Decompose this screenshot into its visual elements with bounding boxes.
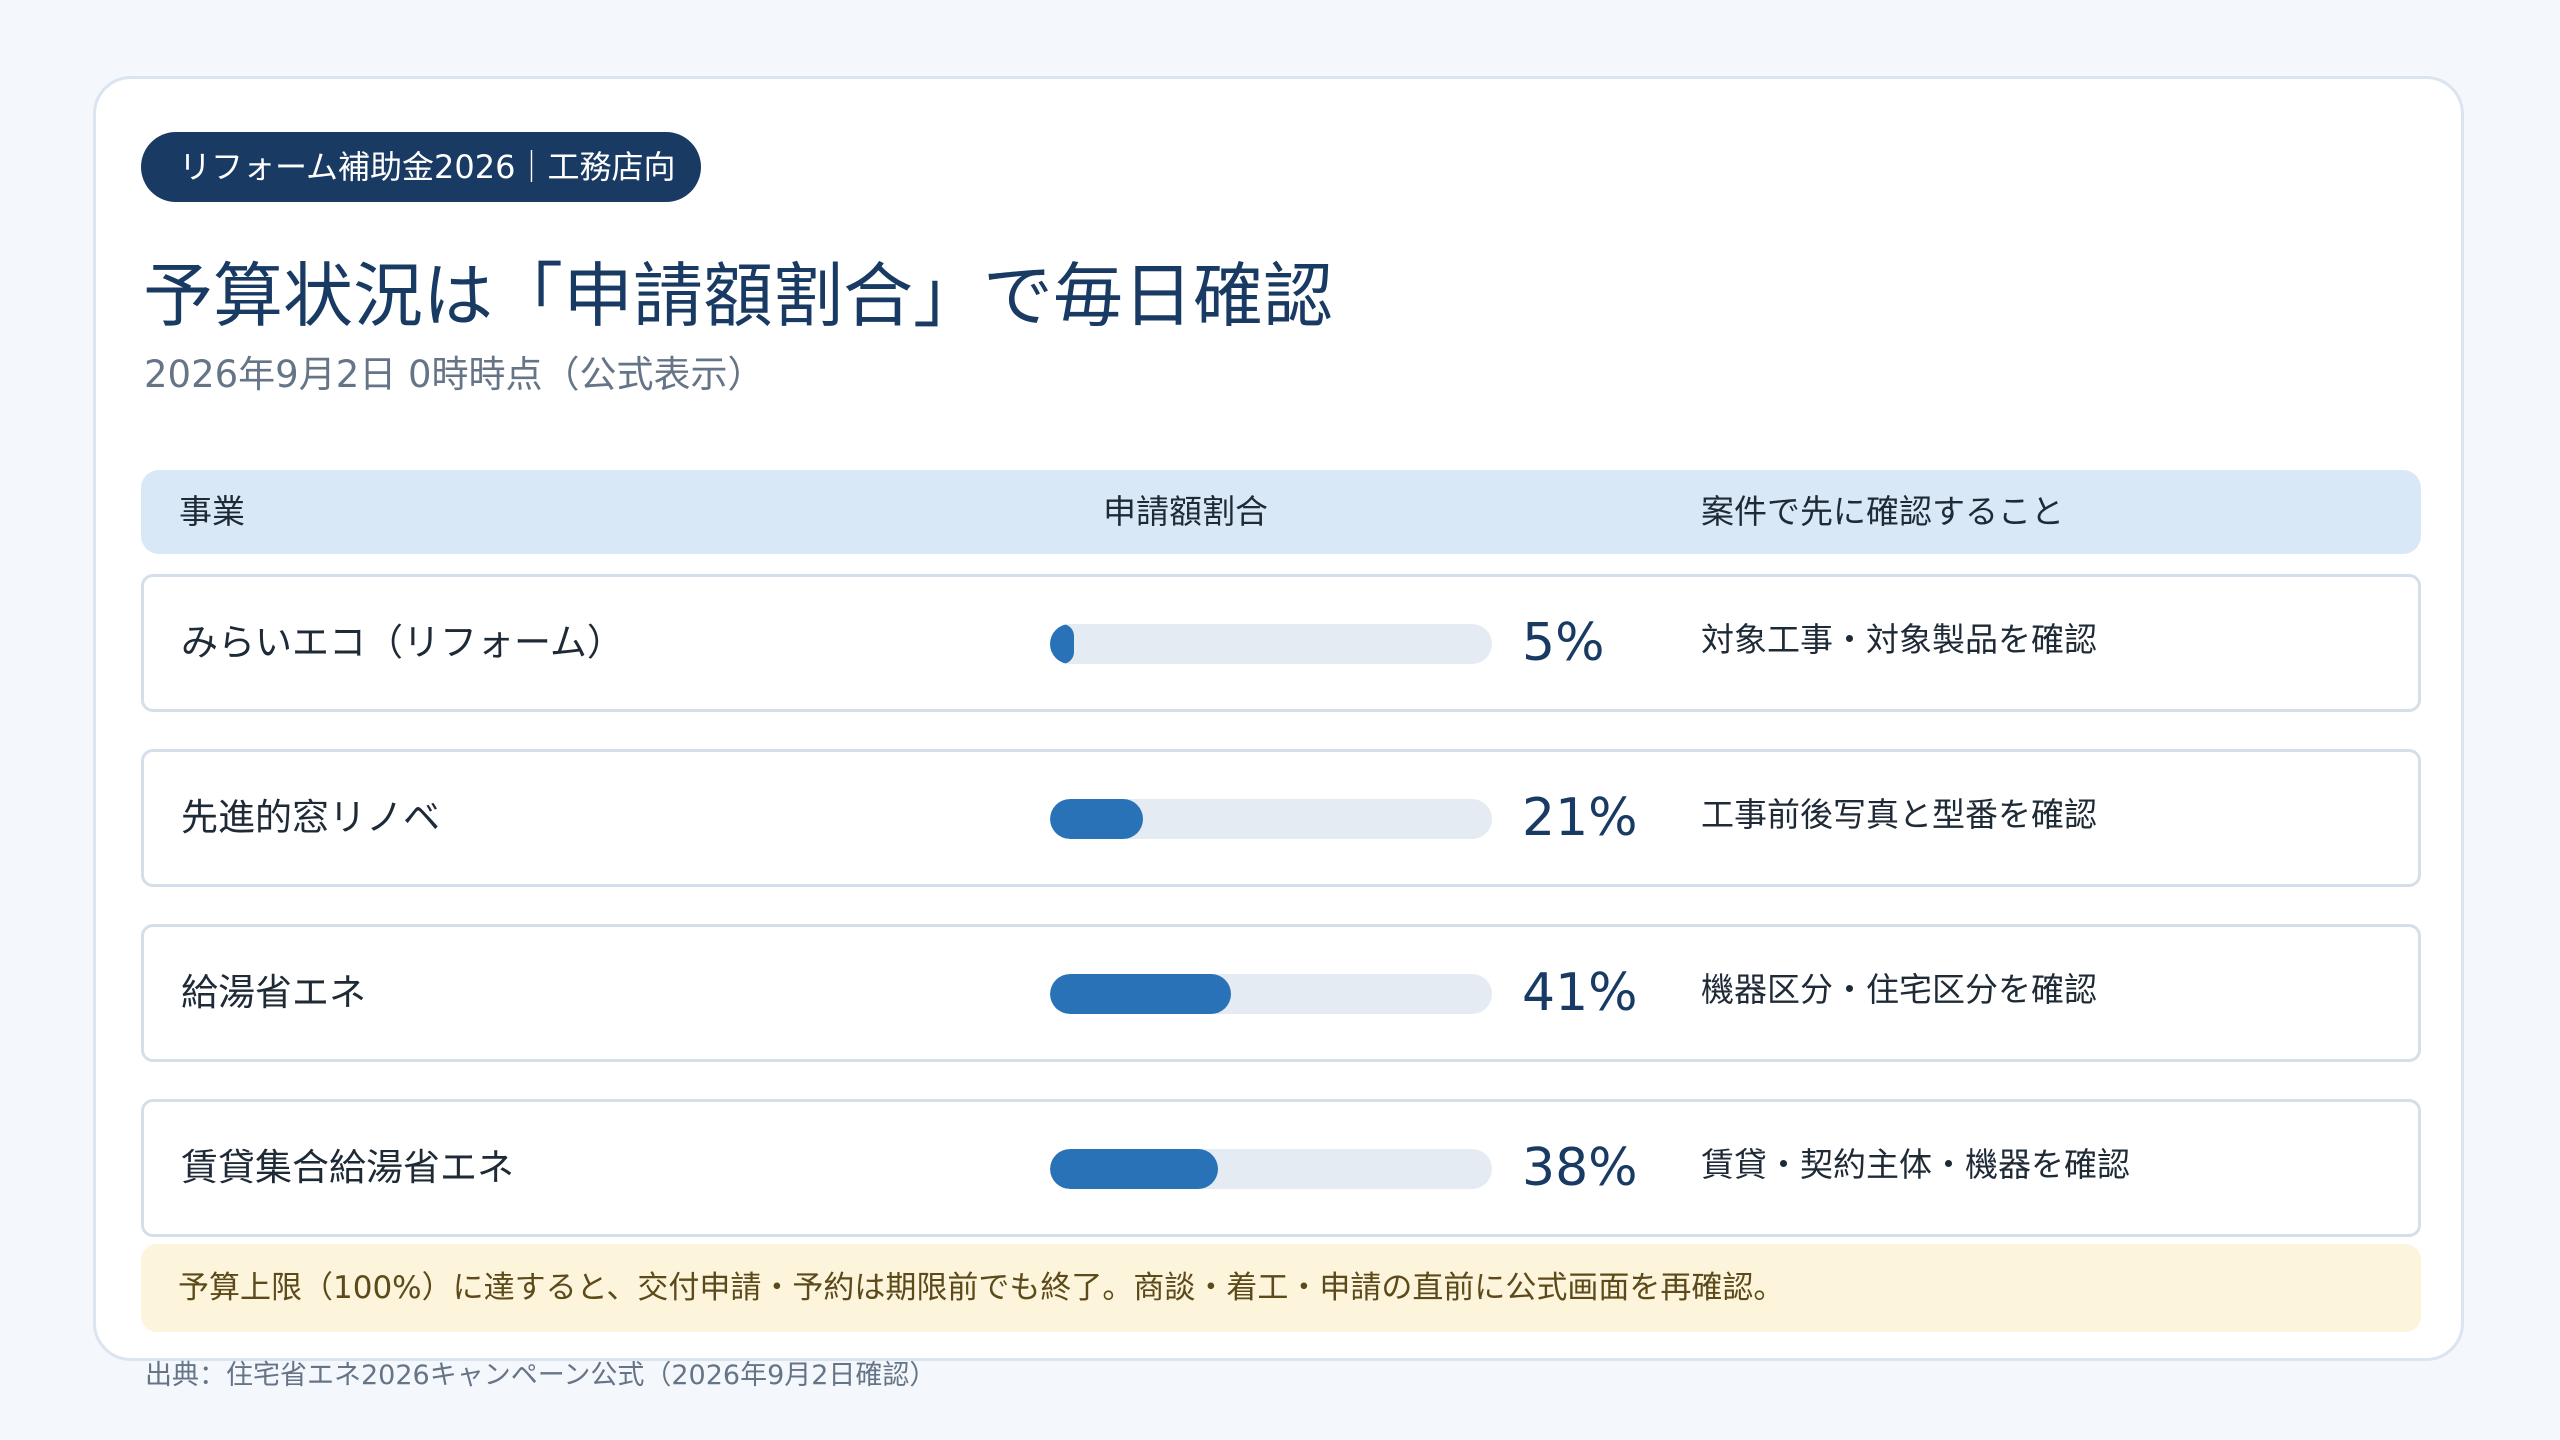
program-name: みらいエコ（リフォーム）	[181, 621, 624, 664]
progress-bar-fill	[1050, 799, 1143, 839]
check-text: 賃貸・契約主体・機器を確認	[1701, 1145, 2130, 1184]
page-title: 予算状況は「申請額割合」で毎日確認	[143, 255, 1333, 337]
table-header: 事業 申請額割合 案件で先に確認すること	[141, 470, 2421, 554]
check-text: 対象工事・対象製品を確認	[1701, 620, 2097, 659]
progress-bar-fill	[1050, 624, 1074, 664]
program-name: 賃貸集合給湯省エネ	[181, 1146, 514, 1189]
budget-warning-note: 予算上限（100%）に達すると、交付申請・予約は期限前でも終了。商談・着工・申請…	[141, 1244, 2421, 1332]
table-row: 賃貸集合給湯省エネ 38% 賃貸・契約主体・機器を確認	[141, 1099, 2421, 1237]
progress-bar	[1050, 1149, 1492, 1189]
percent-value: 21%	[1522, 788, 1638, 848]
table-row: みらいエコ（リフォーム） 5% 対象工事・対象製品を確認	[141, 574, 2421, 712]
percent-value: 5%	[1522, 613, 1605, 673]
percent-value: 38%	[1522, 1138, 1638, 1198]
progress-bar	[1050, 799, 1492, 839]
progress-bar	[1050, 624, 1492, 664]
program-name: 先進的窓リノベ	[181, 796, 440, 839]
source-caption: 出典：住宅省エネ2026キャンペーン公式（2026年9月2日確認）	[145, 1360, 937, 1391]
check-text: 機器区分・住宅区分を確認	[1701, 970, 2097, 1009]
header-application-ratio: 申請額割合	[1103, 492, 1268, 531]
category-badge: リフォーム補助金2026｜工務店向	[141, 132, 701, 202]
header-checkpoints: 案件で先に確認すること	[1701, 492, 2064, 531]
progress-bar	[1050, 974, 1492, 1014]
progress-bar-fill	[1050, 1149, 1218, 1189]
header-program: 事業	[179, 492, 245, 531]
table-row: 給湯省エネ 41% 機器区分・住宅区分を確認	[141, 924, 2421, 1062]
program-name: 給湯省エネ	[181, 971, 366, 1014]
percent-value: 41%	[1522, 963, 1638, 1023]
table-row: 先進的窓リノベ 21% 工事前後写真と型番を確認	[141, 749, 2421, 887]
page-subtitle: 2026年9月2日 0時時点（公式表示）	[144, 353, 765, 396]
progress-bar-fill	[1050, 974, 1232, 1014]
check-text: 工事前後写真と型番を確認	[1701, 795, 2097, 834]
